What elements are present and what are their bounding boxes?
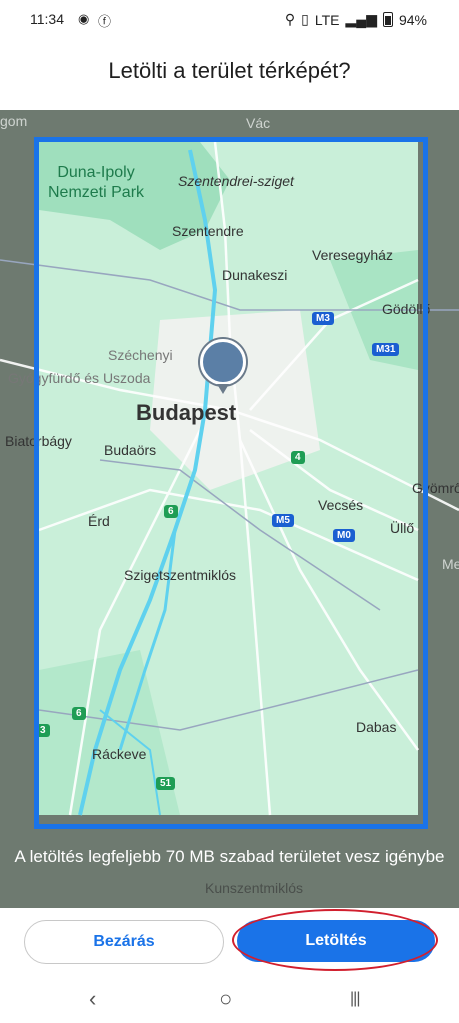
status-bar: 11:34 ◉ ⓕ ⚲ ▯ LTE ▂▄▆ 94% bbox=[0, 0, 459, 38]
download-area-frame[interactable] bbox=[34, 137, 428, 829]
map-label-kunszentmiklos: Kunszentmiklós bbox=[205, 880, 304, 896]
battery-level: 94% bbox=[398, 11, 427, 28]
facebook-icon: ⓕ bbox=[98, 14, 112, 29]
dialog-title: Letölti a terület térképét? bbox=[108, 58, 351, 83]
status-right: ⚲ ▯ LTE ▂▄▆ 94% bbox=[285, 11, 427, 28]
map-label-vac: Vác bbox=[246, 115, 271, 131]
network-type: LTE bbox=[314, 11, 340, 28]
status-time: 11:34 bbox=[30, 11, 64, 27]
signal-icon: ▂▄▆ bbox=[345, 11, 377, 27]
download-size-notice: A letöltés legfeljebb 70 MB szabad terül… bbox=[0, 845, 459, 869]
map-label-me: Me bbox=[442, 556, 459, 572]
battery-icon bbox=[382, 12, 393, 27]
download-size-text: A letöltés legfeljebb 70 MB szabad terül… bbox=[14, 847, 445, 866]
highlight-annotation bbox=[232, 909, 438, 971]
map-label-gom: gom bbox=[0, 113, 28, 129]
recents-icon[interactable]: ||| bbox=[350, 990, 361, 1008]
location-icon: ⚲ bbox=[284, 11, 296, 27]
back-icon[interactable]: ‹ bbox=[89, 986, 96, 1012]
vibrate-icon: ▯ bbox=[301, 11, 309, 27]
home-icon[interactable]: ○ bbox=[219, 986, 232, 1012]
messenger-icon: ◉ bbox=[78, 11, 90, 26]
close-button[interactable]: Bezárás bbox=[24, 920, 224, 964]
